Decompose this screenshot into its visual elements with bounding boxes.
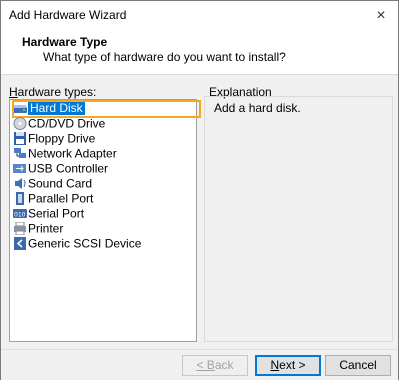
page-title: Hardware Type: [22, 35, 108, 49]
list-item-cd-dvd-drive[interactable]: CD/DVD Drive: [13, 116, 105, 131]
list-item-parallel-port[interactable]: Parallel Port: [13, 191, 93, 206]
svg-text:010: 010: [14, 212, 26, 219]
network-adapter-icon: [13, 147, 27, 160]
cancel-button[interactable]: Cancel: [325, 355, 391, 376]
hardware-types-label: Hardware types:: [9, 85, 97, 99]
window-title: Add Hardware Wizard: [9, 8, 127, 22]
list-item-generic-scsi-device[interactable]: Generic SCSI Device: [13, 236, 141, 251]
serial-port-icon: 010: [13, 207, 27, 220]
list-item-hard-disk[interactable]: Hard Disk: [12, 100, 201, 118]
explanation-text: Add a hard disk.: [214, 101, 301, 115]
parallel-port-icon: [13, 192, 27, 206]
list-item-printer[interactable]: Printer: [13, 221, 63, 236]
scsi-device-icon: [13, 237, 27, 251]
floppy-icon: [13, 132, 27, 146]
list-item-sound-card[interactable]: Sound Card: [13, 176, 92, 191]
list-item-usb-controller[interactable]: USB Controller: [13, 161, 108, 176]
explanation-panel: [204, 96, 393, 342]
page-subtitle: What type of hardware do you want to ins…: [43, 50, 286, 64]
list-item-floppy-drive[interactable]: Floppy Drive: [13, 131, 95, 146]
next-button[interactable]: Next >: [255, 355, 321, 376]
hardware-types-list[interactable]: Hard Disk CD/DVD Drive Floppy Drive Netw…: [9, 99, 201, 342]
wizard-window: Add Hardware Wizard × Hardware Type What…: [0, 0, 399, 380]
cd-dvd-icon: [13, 117, 27, 131]
close-icon[interactable]: ×: [366, 1, 396, 31]
back-button[interactable]: < Back: [182, 355, 248, 376]
title-bar: Add Hardware Wizard ×: [1, 1, 398, 31]
printer-icon: [13, 221, 27, 236]
wizard-header: Hardware Type What type of hardware do y…: [1, 31, 398, 75]
usb-controller-icon: [13, 162, 27, 175]
list-item-serial-port[interactable]: 010 Serial Port: [13, 206, 84, 221]
list-item-network-adapter[interactable]: Network Adapter: [13, 146, 117, 161]
sound-card-icon: [13, 177, 27, 190]
